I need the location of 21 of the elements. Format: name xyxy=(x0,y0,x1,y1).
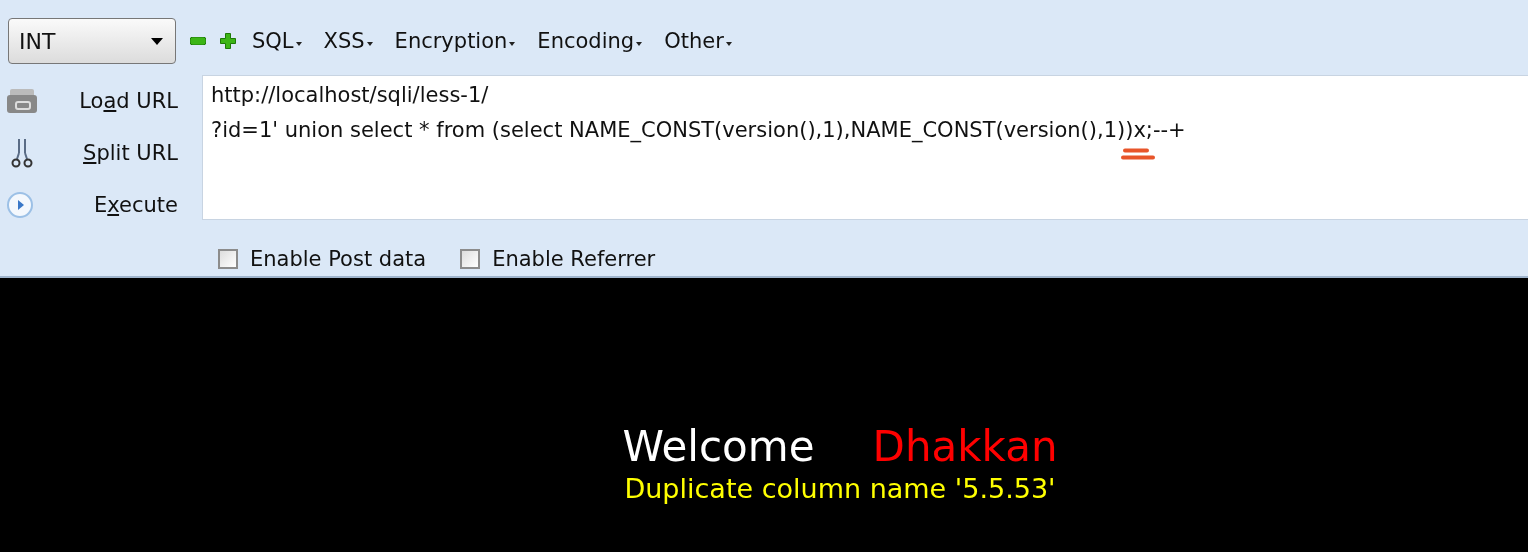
user-name: Dhakkan xyxy=(872,422,1058,472)
plus-icon[interactable] xyxy=(220,33,236,49)
menu-button[interactable]: Encoding xyxy=(535,29,645,53)
checkbox[interactable] xyxy=(460,249,481,269)
action-button[interactable]: Split URL xyxy=(0,127,202,179)
action-button[interactable]: Load URL xyxy=(0,75,202,127)
minus-icon[interactable] xyxy=(190,37,206,45)
action-button[interactable]: Execute xyxy=(0,179,202,231)
menu-button[interactable]: XSS xyxy=(321,29,375,53)
checkbox[interactable] xyxy=(218,249,238,269)
menu-button[interactable]: Other xyxy=(662,29,734,53)
menu-button[interactable]: SQL xyxy=(250,29,304,53)
option-checkbox[interactable]: Enable Referrer xyxy=(460,247,656,271)
printer-icon xyxy=(6,88,38,114)
type-dropdown[interactable]: INT xyxy=(8,18,176,64)
welcome-text: Welcome xyxy=(622,422,815,472)
option-checkbox[interactable]: Enable Post data xyxy=(218,247,427,271)
url-field[interactable]: http://localhost/sqli/less-1/ ?id=1' union select * from (select NAME_CONST(version(),1),NAME_CONST(version(),1))x;--+ xyxy=(202,75,1528,220)
menu-button[interactable]: Encryption xyxy=(392,29,518,53)
double-underline-mark xyxy=(1121,148,1156,160)
error-message: Duplicate column name '5.5.53' xyxy=(624,472,1056,506)
